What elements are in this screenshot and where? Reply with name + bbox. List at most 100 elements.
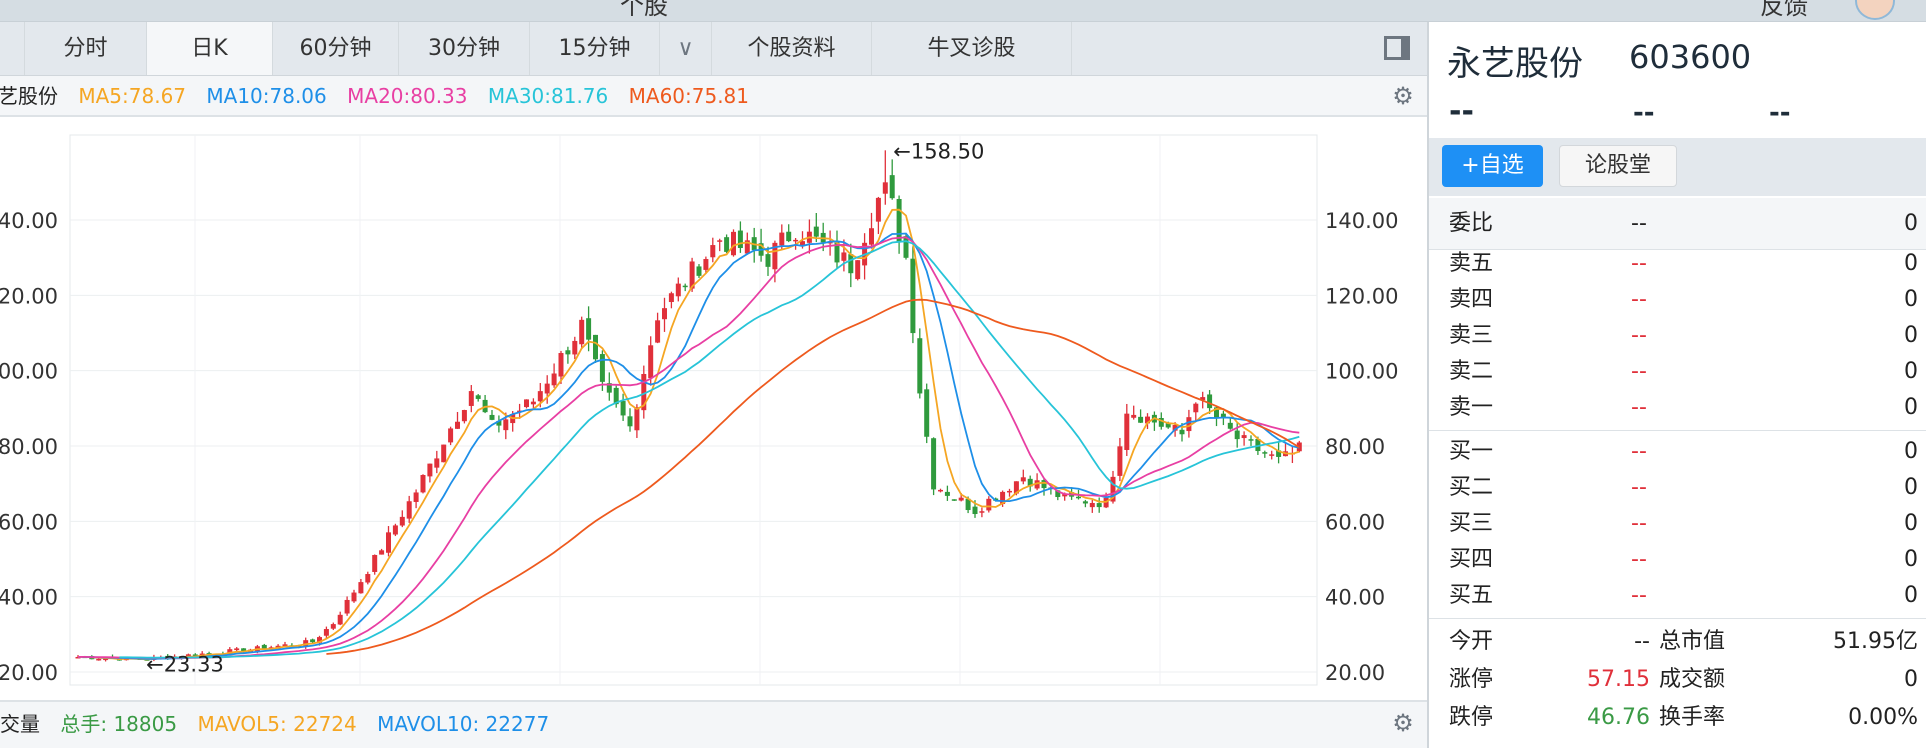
candle-body [1138,416,1144,423]
candle-body [448,428,454,443]
stat-label: 换手率 [1659,705,1726,730]
level-price: -- [1631,251,1647,276]
ask-row: 卖五 -- 0 [1429,246,1926,282]
panel-toggle-icon[interactable] [1384,36,1410,60]
candle-body [530,401,536,405]
avatar[interactable] [1855,0,1895,20]
candle-body [1179,429,1185,435]
tab-daily-k[interactable]: 日K [147,22,273,75]
candle-body [765,254,771,267]
candle-body [882,182,888,194]
gear-icon[interactable]: ⚙ [1392,84,1414,108]
y-tick-label-right: 140.00 [1325,209,1398,233]
candle-body [537,391,543,402]
kline-chart[interactable]: 140.00 140.00 120.00 120.00 100.00 100.00 80.0… [0,117,1427,700]
level-volume: 0 [1904,583,1918,608]
volume-label: 成交量 [0,712,40,736]
candle-body [717,240,723,242]
y-tick-label-right: 100.00 [1325,360,1398,384]
candle-body [489,414,495,420]
candle-body [627,416,633,427]
y-tick-label-right: 60.00 [1325,510,1385,534]
bid-row: 买四 -- 0 [1429,542,1926,578]
divider [1429,430,1926,431]
plot-frame [69,134,1318,686]
candle-body [579,319,585,345]
stock-name: 永艺股份 [1447,44,1583,84]
stat-label: 涨停 [1449,667,1494,692]
stat-label: 总市值 [1659,629,1726,654]
tab-30min[interactable]: 30分钟 [399,22,530,75]
tab-15min[interactable]: 15分钟 [530,22,660,75]
candle-body [924,389,930,437]
ma5-value: MA5:78.67 [78,84,187,108]
candle-body [620,401,626,416]
y-tick-label-left: 80.00 [0,435,58,459]
ma-legend: 永艺股份 MA5:78.67 MA10:78.06 MA20:80.33 MA3… [0,76,1427,117]
volume-legend: 成交量 总手: 18805 MAVOL5: 22724 MAVOL10: 222… [0,700,1427,748]
tab-stock-profile[interactable]: 个股资料 [712,22,872,75]
candle-body [1020,477,1026,482]
candle-body [1207,394,1213,409]
candle-body [1117,446,1123,476]
candle-body [351,592,357,602]
level-label: 买二 [1449,475,1494,500]
candle-body [737,230,743,248]
candle-body [958,497,964,501]
candle-body [1089,502,1095,508]
tab-stub[interactable] [0,22,25,75]
forum-button[interactable]: 论股堂 [1559,145,1677,187]
candle-body [330,624,336,629]
candle-body [572,340,578,355]
stat-row: 跌停 46.76 换手率 0.00% [1429,700,1926,736]
bid-row: 买二 -- 0 [1429,470,1926,506]
candle-body [392,525,398,535]
stat-value: 0 [1904,667,1918,692]
candle-body [455,421,460,429]
tab-diagnosis[interactable]: 牛叉诊股 [872,22,1072,75]
level-label: 买一 [1449,439,1494,464]
y-tick-label-right: 20.00 [1325,661,1385,685]
high-price-annotation: ←158.50 [893,139,984,163]
candle-body [841,252,847,261]
weibi-value: 0 [1904,211,1918,236]
tab-60min[interactable]: 60分钟 [273,22,399,75]
candle-body [889,175,895,199]
y-tick-label-right: 40.00 [1325,586,1385,610]
more-periods-chevron-icon[interactable]: ∨ [660,22,712,75]
gear-icon[interactable]: ⚙ [1392,711,1414,735]
title-bar: 个股 反馈 [0,0,1926,22]
add-watchlist-button[interactable]: +自选 [1442,145,1543,187]
low-price-annotation: ←23.33 [146,652,224,676]
level-volume: 0 [1904,323,1918,348]
candle-body [323,629,329,636]
candle-body [675,283,681,297]
candle-body [655,320,661,343]
last-price: -- [1449,94,1474,129]
window-title: 个股 [620,0,668,20]
weibi-row: 委比 -- 0 [1429,198,1926,250]
level-price: -- [1631,439,1647,464]
stat-row: 今开 -- 总市值 51.95亿 [1429,624,1926,660]
candle-body [917,338,923,394]
level-label: 卖四 [1449,287,1494,312]
divider [1429,618,1926,619]
bid-row: 买三 -- 0 [1429,506,1926,542]
stock-name-label: 永艺股份 [0,84,58,108]
quote-panel: 永艺股份 603600 -- -- -- +自选 论股堂 委比 -- 0 卖五 -… [1427,22,1926,748]
candle-body [599,354,605,382]
ask-row: 卖一 -- 0 [1429,390,1926,426]
candle-body [972,506,978,515]
candle-body [703,259,709,270]
stat-value: 0.00% [1848,705,1918,730]
candle-body [1241,435,1247,439]
feedback-link[interactable]: 反馈 [1760,0,1808,21]
level-price: -- [1631,547,1647,572]
ask-row: 卖四 -- 0 [1429,282,1926,318]
candle-body [337,614,343,625]
price-change-pct: -- [1769,98,1791,128]
candle-body [896,199,902,242]
candle-body [434,458,440,468]
y-tick-label-left: 40.00 [0,586,58,610]
tab-intraday[interactable]: 分时 [25,22,147,75]
